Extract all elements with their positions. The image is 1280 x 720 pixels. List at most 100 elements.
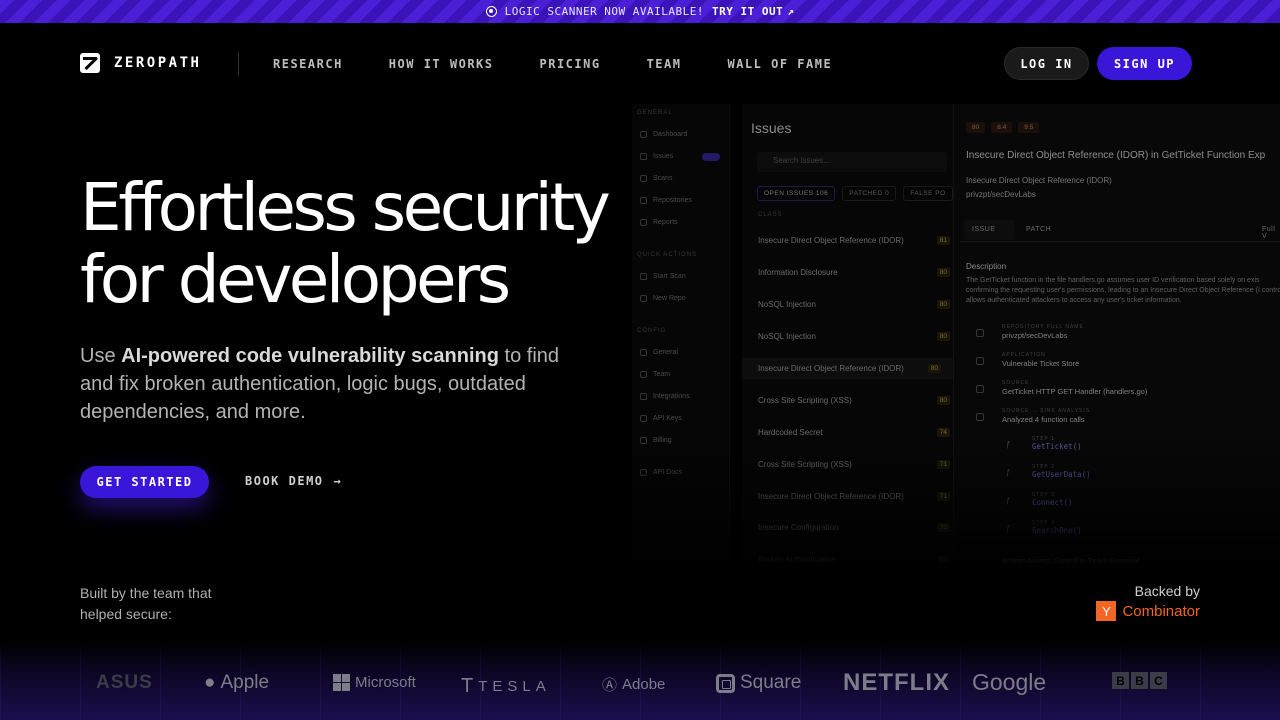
issue-name: Information Disclosure xyxy=(758,268,838,277)
sidebar-heading-quick-actions: QUICK ACTIONS xyxy=(637,252,698,258)
analysis-icon xyxy=(976,413,984,421)
tesla-icon: T xyxy=(461,675,474,697)
score-badge: 9.5 xyxy=(1018,122,1040,133)
application-icon xyxy=(976,357,984,365)
issue-score: 80 xyxy=(936,396,950,405)
step-item: STEP 1 GetTicket() xyxy=(1032,436,1082,451)
issues-title: Issues xyxy=(751,120,792,136)
sidebar-item-reports: Reports xyxy=(640,219,678,226)
issue-name: Insecure Direct Object Reference (IDOR) xyxy=(758,236,904,245)
field-sink: Broken Access Control in Ticket Retrieva… xyxy=(1002,556,1139,565)
sidebar-item-issues: Issues xyxy=(640,153,673,160)
bbc-logo: BBC xyxy=(1112,672,1167,689)
bbc-wordmark: BBC xyxy=(1112,672,1167,689)
sidebar-item-start-scan: Start Scan xyxy=(640,273,686,280)
key-icon xyxy=(640,415,647,422)
y-combinator-logo[interactable]: Y Combinator xyxy=(1096,601,1200,621)
yc-name: Combinator xyxy=(1122,602,1200,620)
tesla-wordmark: TESLA xyxy=(478,678,551,695)
sidebar-item-label: Scans xyxy=(653,175,673,182)
adobe-icon: Ⓐ xyxy=(602,677,618,694)
issue-detail-panel: 80 8.4 9.5 Insecure Direct Object Refere… xyxy=(953,104,1280,580)
issues-list-panel: Issues Search issues... OPEN ISSUES 106 … xyxy=(742,104,957,580)
square-wordmark: Square xyxy=(740,672,802,693)
field-application: APPLICATION Vulnerable Ticket Store xyxy=(1002,352,1079,368)
bbc-letter: C xyxy=(1150,672,1167,689)
list-item: Cross Site Scripting (XSS) 80 xyxy=(758,396,950,405)
field-value: Broken Access Control in Ticket Retrieva… xyxy=(1002,556,1140,565)
brand-logo[interactable]: ZEROPATH xyxy=(80,53,201,73)
gear-icon xyxy=(640,349,647,356)
bbc-letter: B xyxy=(1112,672,1129,689)
microsoft-logo: Microsoft xyxy=(333,674,416,691)
apple-icon: ● xyxy=(204,672,216,693)
sidebar-item-api-docs: API Docs xyxy=(640,469,682,476)
sidebar-item-label: Dashboard xyxy=(653,131,688,138)
external-arrow-icon: ↗ xyxy=(787,5,795,18)
issue-score: 69 xyxy=(936,555,950,564)
field-value: privzpt/secDevLabs xyxy=(1002,331,1068,340)
tab-full-view: Full V xyxy=(1262,226,1276,240)
issue-name: Insecure Direct Object Reference (IDOR) xyxy=(758,492,904,501)
plus-icon xyxy=(640,295,647,302)
issue-score: 80 xyxy=(936,300,950,309)
list-item: Insecure Direct Object Reference (IDOR) 8… xyxy=(758,236,950,245)
issue-score: 80 xyxy=(936,332,950,341)
nav-link-wall-of-fame[interactable]: WALL OF FAME xyxy=(727,57,832,71)
sidebar-item-scans: Scans xyxy=(640,175,672,182)
nav-link-how-it-works[interactable]: HOW IT WORKS xyxy=(389,57,494,71)
customer-logos: ASUS ● Apple Microsoft T TESLA Ⓐ Adobe Squa… xyxy=(0,664,1280,704)
sidebar-item-label: General xyxy=(653,349,678,356)
step-item: STEP 3 Connect() xyxy=(1032,492,1073,507)
bbc-letter: B xyxy=(1131,672,1148,689)
step-value: GetTicket() xyxy=(1032,442,1082,451)
book-demo-button[interactable]: BOOK DEMO → xyxy=(245,474,342,488)
function-icon: ƒ xyxy=(1006,440,1011,449)
sidebar-item-label: Integrations xyxy=(653,393,690,400)
get-started-button[interactable]: GET STARTED xyxy=(80,466,209,498)
card-icon xyxy=(640,437,647,444)
detail-scores: 80 8.4 9.5 xyxy=(966,122,1040,133)
sidebar-item-general: General xyxy=(640,349,678,356)
list-item: Information Disclosure 80 xyxy=(758,268,950,277)
issue-name: Cross Site Scripting (XSS) xyxy=(758,396,852,405)
issue-score: 80 xyxy=(936,268,950,277)
chip-patched: PATCHED 0 xyxy=(842,186,897,201)
field-label: REPOSITORY FULL NAME xyxy=(1002,324,1084,330)
issue-name: NoSQL Injection xyxy=(758,332,816,341)
adobe-wordmark: Adobe xyxy=(622,676,666,693)
field-analysis: SOURCE → SINK ANALYSIS Analyzed 4 functio… xyxy=(1002,408,1090,424)
tesla-logo: T TESLA xyxy=(461,675,551,698)
sidebar-heading-general: GENERAL xyxy=(637,110,673,116)
netflix-logo: NETFLIX xyxy=(843,669,950,696)
reports-icon xyxy=(640,219,647,226)
asus-logo: ASUS xyxy=(96,672,153,693)
brand-name: ZEROPATH xyxy=(114,55,202,71)
function-icon: ƒ xyxy=(1006,468,1011,477)
try-it-out-link[interactable]: TRY IT OUT ↗ xyxy=(712,5,794,18)
announcement-message: LOGIC SCANNER NOW AVAILABLE! xyxy=(504,5,705,18)
login-button[interactable]: LOG IN xyxy=(1004,47,1089,80)
built-by-text: Built by the team that helped secure: xyxy=(80,585,212,622)
sidebar-item-label: Repositories xyxy=(653,197,692,204)
issue-name: Insecure Direct Object Reference (IDOR) xyxy=(758,364,904,373)
adobe-logo: Ⓐ Adobe xyxy=(602,674,665,695)
chip-open-issues: OPEN ISSUES 106 xyxy=(757,186,836,201)
nav-link-pricing[interactable]: PRICING xyxy=(540,57,601,71)
nav-links: RESEARCH HOW IT WORKS PRICING TEAM WALL … xyxy=(273,57,832,71)
field-repository: REPOSITORY FULL NAME privzpt/secDevLabs xyxy=(1002,324,1084,340)
list-item: NoSQL Injection 80 xyxy=(758,300,950,309)
apple-wordmark: Apple xyxy=(220,672,270,693)
signup-button[interactable]: SIGN UP xyxy=(1097,47,1192,80)
step-value: GetUserData() xyxy=(1032,470,1091,479)
issue-name: Hardcoded Secret xyxy=(758,428,823,437)
issue-name: Broken Authentication xyxy=(758,555,836,564)
backed-by-label: Backed by xyxy=(1134,583,1200,599)
zeropath-logo-icon xyxy=(80,53,100,73)
nav-link-research[interactable]: RESEARCH xyxy=(273,57,343,71)
target-icon xyxy=(485,6,497,17)
nav-link-team[interactable]: TEAM xyxy=(647,57,682,71)
sidebar-item-dashboard: Dashboard xyxy=(640,131,687,138)
sidebar-heading-config: CONFIG xyxy=(637,328,667,334)
field-label: APPLICATION xyxy=(1002,352,1046,358)
